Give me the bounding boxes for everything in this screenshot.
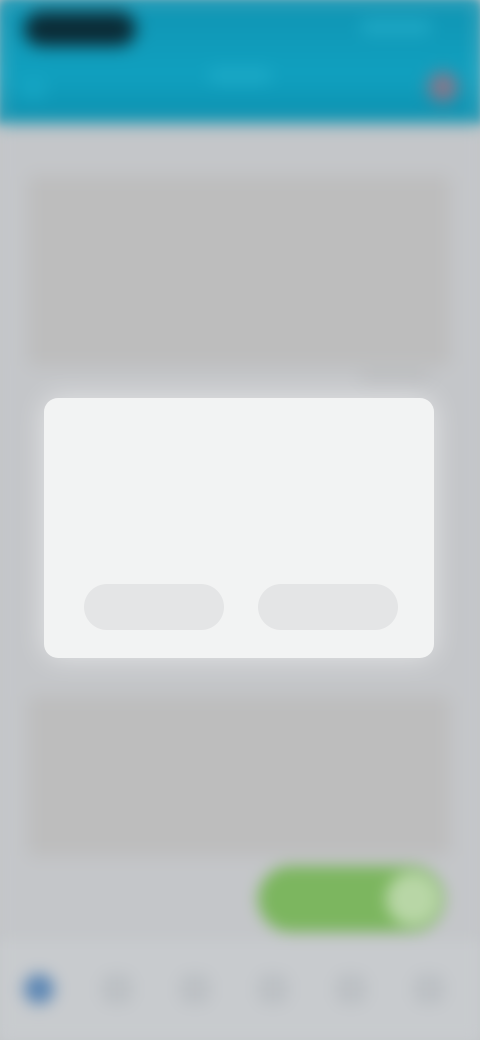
content-card[interactable] bbox=[28, 176, 450, 366]
status-bar-indicators bbox=[360, 20, 432, 34]
chat-icon[interactable] bbox=[336, 974, 366, 1004]
bottom-navigation bbox=[0, 940, 480, 1040]
status-bar-time bbox=[24, 12, 136, 46]
dialog-primary-button[interactable] bbox=[258, 584, 398, 630]
menu-icon[interactable] bbox=[20, 78, 46, 100]
search-icon[interactable] bbox=[102, 974, 132, 1004]
profile-avatar-icon[interactable] bbox=[428, 72, 458, 102]
app-bar bbox=[0, 0, 480, 126]
calendar-icon[interactable] bbox=[258, 974, 288, 1004]
content-card[interactable] bbox=[28, 696, 450, 856]
home-icon[interactable] bbox=[24, 974, 54, 1004]
action-toggle-knob[interactable] bbox=[386, 872, 440, 926]
menu-icon[interactable] bbox=[414, 974, 444, 1004]
primary-action-button[interactable] bbox=[258, 866, 444, 932]
dialog-secondary-button[interactable] bbox=[84, 584, 224, 630]
alert-dialog bbox=[44, 398, 434, 658]
app-title bbox=[208, 68, 272, 84]
list-icon[interactable] bbox=[180, 974, 210, 1004]
content-caption bbox=[360, 374, 430, 382]
